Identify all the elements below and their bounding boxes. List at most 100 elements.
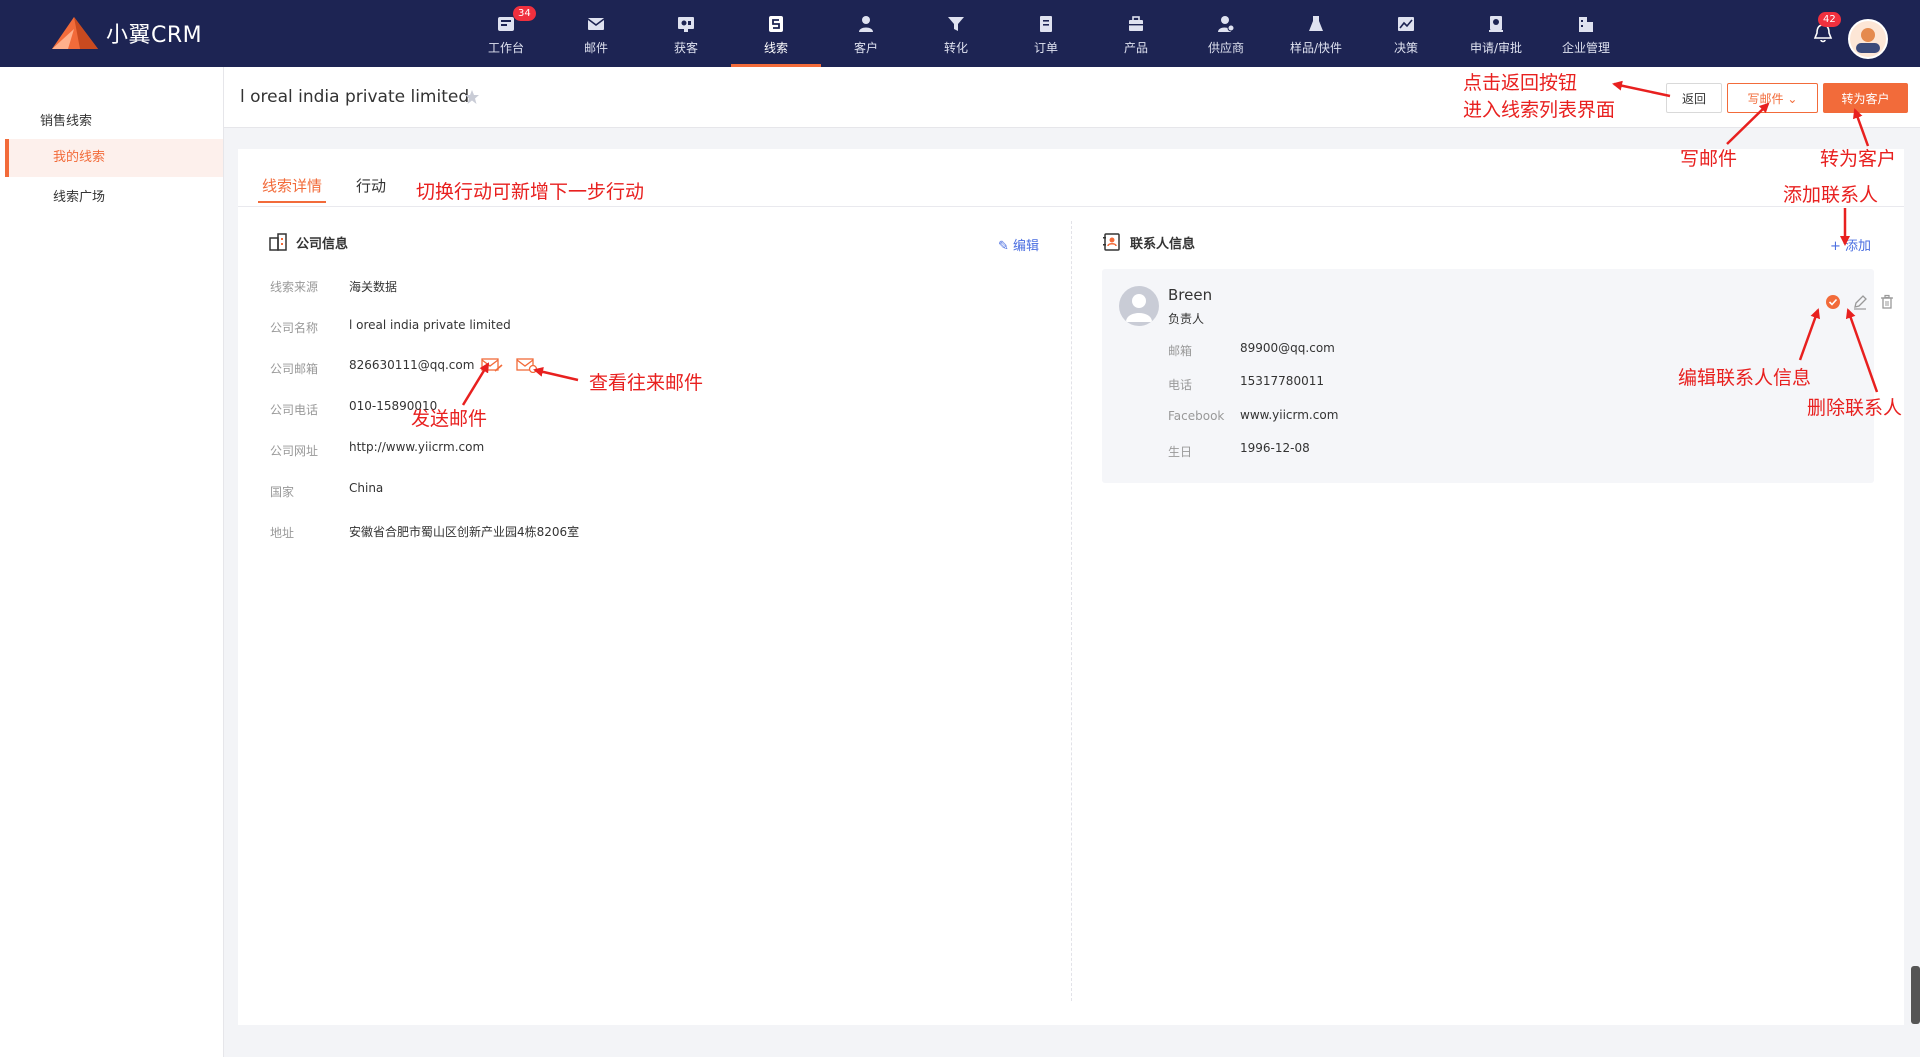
avatar-image-icon [1850,21,1886,57]
logo-mark-icon [52,17,98,49]
delete-contact-icon[interactable] [1879,294,1895,310]
sidebar-item-my-leads[interactable]: 我的线索 [5,139,223,177]
column-divider [1071,221,1072,1001]
convert-to-customer-button[interactable]: 转为客户 [1823,83,1908,113]
logo-text: 小翼CRM [106,23,203,48]
main-nav: 工作台 34 邮件 获客 线索 客户 转化 订单 产品 供应商 样品/快件 决策… [461,0,1631,67]
nav-item-supplier[interactable]: 供应商 [1181,0,1271,67]
nav-item-convert[interactable]: 转化 [911,0,1001,67]
nav-label: 客户 [853,41,878,55]
annotation-back-line1: 点击返回按钮 [1463,72,1578,94]
app-logo[interactable]: 小翼CRM [50,12,202,54]
field-value-source: 海关数据 [349,280,398,294]
edit-contact-icon[interactable] [1852,294,1868,310]
nav-item-lead[interactable]: 线索 [731,0,821,67]
user-placeholder-icon [1126,294,1152,322]
annotation-write-mail: 写邮件 [1680,148,1738,170]
tab-action[interactable]: 行动 [352,171,390,201]
field-value-website: http://www.yiicrm.com [349,440,485,454]
field-label-address: 地址 [270,526,295,540]
contact-label-email: 邮箱 [1168,344,1193,358]
star-icon[interactable] [464,89,480,105]
field-value-email: 826630111@qq.com [349,358,475,372]
product-icon [1129,16,1143,31]
contact-value-birthday: 1996-12-08 [1240,441,1310,455]
nav-item-workbench[interactable]: 工作台 34 [461,0,551,67]
company-section-label: 公司信息 [296,236,349,252]
annotation-convert: 转为客户 [1820,148,1897,170]
workbench-badge: 34 [513,6,536,21]
annotation-delete-contact: 删除联系人 [1807,397,1903,419]
field-value-country: China [349,481,384,495]
field-value-address: 安徽省合肥市蜀山区创新产业园4栋8206室 [349,525,580,539]
user-avatar[interactable] [1848,19,1888,59]
annotation-switch-action: 切换行动可新增下一步行动 [416,181,645,203]
edit-label: 编辑 [1013,239,1040,254]
field-label-company-name: 公司名称 [270,321,319,335]
contact-avatar [1119,286,1159,326]
add-contact-link[interactable]: + 添加 [1830,235,1871,254]
scrollbar-thumb[interactable] [1911,966,1920,1024]
contact-value-facebook: www.yiicrm.com [1240,408,1339,422]
nav-label: 获客 [673,41,698,55]
nav-label: 决策 [1393,41,1418,55]
field-label-email: 公司邮箱 [270,362,319,376]
nav-item-customer[interactable]: 客户 [821,0,911,67]
mail-icon [587,18,605,30]
page-header: l oreal india private limited 返回 写邮件 ⌄ 转… [224,67,1920,128]
view-mail-history-icon[interactable] [516,357,538,373]
contact-label-phone: 电话 [1168,378,1193,392]
sample-icon [1309,16,1323,31]
chevron-down-icon: ⌄ [1787,92,1798,106]
contact-book-icon [1103,233,1120,251]
nav-label: 线索 [763,41,788,55]
nav-label: 申请/审批 [1469,41,1523,55]
contact-name: Breen [1168,286,1213,304]
nav-item-approval[interactable]: 申请/审批 [1451,0,1541,67]
edit-company-link[interactable]: ✎ 编辑 [998,235,1039,254]
sidebar-item-lead-square[interactable]: 线索广场 [5,179,223,217]
company-section-title: 公司信息 [268,232,348,252]
field-label-country: 国家 [270,485,295,499]
acquire-icon [678,17,694,32]
back-button[interactable]: 返回 [1666,83,1722,113]
tab-lead-detail[interactable]: 线索详情 [258,171,327,203]
notification-badge: 42 [1818,12,1841,27]
nav-label: 邮件 [583,41,608,55]
sidebar: 销售线索 我的线索 线索广场 [0,67,224,1057]
nav-label: 样品/快件 [1289,41,1343,55]
tabs: 线索详情 行动 [258,171,416,203]
write-mail-button[interactable]: 写邮件 ⌄ [1727,83,1818,113]
primary-check-icon[interactable] [1825,294,1841,310]
nav-item-order[interactable]: 订单 [1001,0,1091,67]
contact-role: 负责人 [1168,312,1205,326]
annotation-view-mail: 查看往来邮件 [589,372,704,394]
annotation-add-contact: 添加联系人 [1783,184,1879,206]
nav-item-decision[interactable]: 决策 [1361,0,1451,67]
nav-item-enterprise[interactable]: 企业管理 [1541,0,1631,67]
write-mail-label: 写邮件 [1747,92,1784,106]
field-label-phone: 公司电话 [270,403,319,417]
nav-label: 工作台 [487,41,524,55]
nav-label: 供应商 [1207,41,1244,55]
nav-item-product[interactable]: 产品 [1091,0,1181,67]
nav-item-mail[interactable]: 邮件 [551,0,641,67]
contact-label-birthday: 生日 [1168,445,1193,459]
nav-label: 转化 [943,41,968,55]
enterprise-icon [1579,17,1593,32]
nav-item-sample[interactable]: 样品/快件 [1271,0,1361,67]
decision-icon [1398,17,1414,31]
contact-value-phone: 15317780011 [1240,374,1324,388]
nav-item-acquire[interactable]: 获客 [641,0,731,67]
field-label-source: 线索来源 [270,280,319,294]
lead-detail-card: 线索详情 行动 公司信息 ✎ 编辑 线索来源 海关数据 公司名称 l oreal… [238,149,1904,1025]
supplier-icon [1218,16,1235,32]
edit-pen-icon: ✎ [998,239,1014,254]
tab-divider [238,206,1904,207]
field-value-company-name: l oreal india private limited [349,318,511,332]
contact-value-email: 89900@qq.com [1240,341,1335,355]
annotation-back-line2: 进入线索列表界面 [1463,99,1616,121]
lead-icon [769,16,783,32]
sidebar-title: 销售线索 [40,114,93,129]
send-mail-icon[interactable] [481,357,503,373]
